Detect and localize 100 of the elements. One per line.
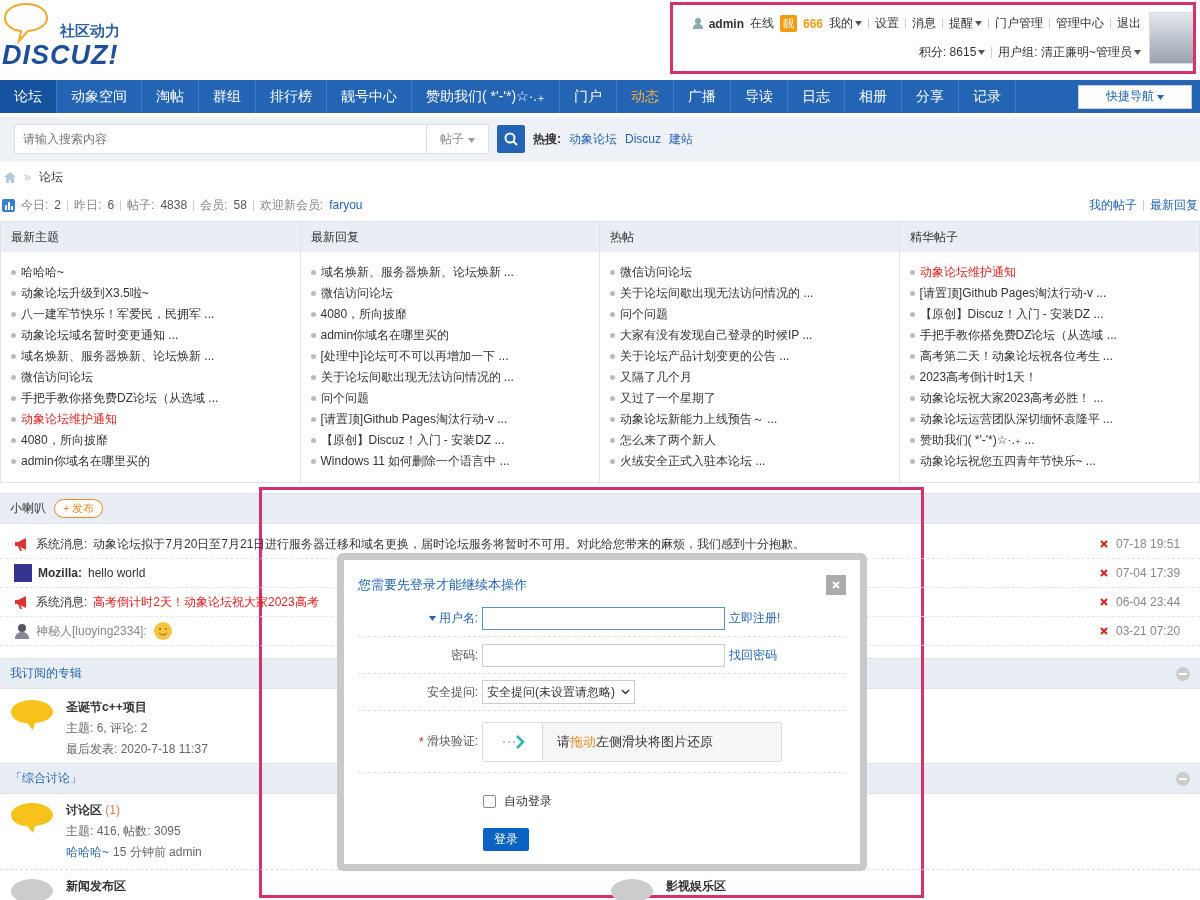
user-menu-link[interactable]: 提醒: [949, 15, 982, 32]
nav-item[interactable]: 靓号中心: [327, 80, 412, 113]
user-group-link[interactable]: 用户组: 清正廉明~管理员: [998, 44, 1141, 61]
user-menu-link[interactable]: 设置: [875, 15, 899, 32]
nav-item[interactable]: 排行榜: [256, 80, 327, 113]
nav-item[interactable]: 淘帖: [142, 80, 199, 113]
thread-link[interactable]: 动象论坛祝大家2023高考必胜！ ...: [909, 388, 1189, 409]
delete-icon[interactable]: [1100, 598, 1108, 606]
thread-link[interactable]: 动象论坛维护通知: [909, 262, 1189, 283]
message-sender[interactable]: 系统消息:: [36, 593, 88, 611]
message-sender[interactable]: 神秘人[luoying2334]:: [36, 622, 147, 640]
thread-link[interactable]: 手把手教你搭免费DZ论坛（从选域 ...: [909, 325, 1189, 346]
checkbox[interactable]: [483, 795, 496, 808]
hot-search-link[interactable]: 建站: [669, 130, 693, 148]
user-menu-link[interactable]: 消息: [912, 15, 936, 32]
nav-item[interactable]: 论坛: [0, 80, 57, 113]
thread-link[interactable]: 2023高考倒计时1天！: [909, 367, 1189, 388]
thread-link[interactable]: [处理中]论坛可不可以再增加一下 ...: [310, 346, 589, 367]
nav-item[interactable]: 群组: [199, 80, 256, 113]
album-title[interactable]: 圣诞节c++项目: [66, 699, 208, 716]
message-sender[interactable]: 系统消息:: [36, 535, 88, 553]
thread-link[interactable]: admin你域名在哪里买的: [310, 325, 589, 346]
thread-link[interactable]: 动象论坛新能力上线预告～ ...: [610, 409, 889, 430]
nav-item[interactable]: 赞助我们( *'-'*)☆·.₊: [412, 80, 560, 113]
login-button[interactable]: 登录: [483, 828, 529, 851]
nav-item[interactable]: 分享: [901, 80, 959, 113]
nav-item[interactable]: 动象空间: [57, 80, 142, 113]
section-title[interactable]: 我订阅的专辑: [10, 665, 82, 682]
message-sender[interactable]: Mozilla:: [38, 566, 82, 580]
thread-link[interactable]: [请置顶]Github Pages淘汰行动-v ...: [310, 409, 589, 430]
forum-name[interactable]: 新闻发布区: [66, 878, 126, 895]
search-scope-dropdown[interactable]: 帖子: [426, 125, 488, 153]
username[interactable]: admin: [708, 16, 744, 31]
thread-link[interactable]: 赞助我们( *'-'*)☆·.₊ ...: [909, 430, 1189, 451]
stats-link[interactable]: 最新回复: [1150, 196, 1198, 214]
delete-icon[interactable]: [1100, 540, 1108, 548]
search-box[interactable]: 请输入搜索内容 帖子: [14, 124, 489, 154]
breadcrumb-item[interactable]: 论坛: [38, 168, 63, 186]
thread-link[interactable]: [请置顶]Github Pages淘汰行动-v ...: [909, 283, 1189, 304]
thread-link[interactable]: 微信访问论坛: [11, 367, 290, 388]
thread-link[interactable]: 域名焕新、服务器焕新、论坛焕新 ...: [11, 346, 290, 367]
thread-link[interactable]: 又隔了几个月: [610, 367, 889, 388]
thread-link[interactable]: 问个问题: [310, 388, 589, 409]
thread-link[interactable]: Windows 11 如何删除一个语言中 ...: [310, 451, 589, 472]
username-field[interactable]: [482, 606, 725, 630]
thread-link[interactable]: 又过了一个星期了: [610, 388, 889, 409]
new-member-link[interactable]: faryou: [329, 198, 363, 212]
thread-link[interactable]: 动象论坛祝您五四青年节快乐~ ...: [909, 451, 1189, 472]
thread-link[interactable]: 关于论坛间歇出现无法访问情况的 ...: [610, 283, 889, 304]
close-button[interactable]: [826, 575, 846, 595]
thread-link[interactable]: 火绒安全正式入驻本论坛 ...: [610, 451, 889, 472]
thread-link[interactable]: 微信访问论坛: [610, 262, 889, 283]
section-title[interactable]: 「综合讨论」: [10, 770, 82, 787]
avatar-placeholder[interactable]: [1149, 12, 1195, 64]
thread-link[interactable]: 关于论坛产品计划变更的公告 ...: [610, 346, 889, 367]
recover-password-link[interactable]: 找回密码: [729, 646, 777, 664]
thread-link[interactable]: 动象论坛域名暂时变更通知 ...: [11, 325, 290, 346]
search-button[interactable]: [497, 125, 525, 153]
delete-icon[interactable]: [1100, 627, 1108, 635]
score-link[interactable]: 积分: 8615: [918, 44, 986, 61]
thread-link[interactable]: 动象论坛升级到X3.5啦~: [11, 283, 290, 304]
nav-item[interactable]: 相册: [844, 80, 902, 113]
forum-name[interactable]: 影视娱乐区: [666, 878, 726, 895]
thread-link[interactable]: 手把手教你搭免费DZ论坛（从选域 ...: [11, 388, 290, 409]
stats-link[interactable]: 我的帖子: [1089, 196, 1137, 214]
thread-link[interactable]: 【原创】Discuz！入门 - 安装DZ ...: [310, 430, 589, 451]
nav-item[interactable]: 日志: [787, 80, 845, 113]
quick-nav-button[interactable]: 快捷导航: [1078, 84, 1192, 109]
slider-captcha[interactable]: 请拖动左侧滑块将图片还原: [482, 721, 782, 762]
delete-icon[interactable]: [1100, 569, 1108, 577]
thread-link[interactable]: admin你域名在哪里买的: [11, 451, 290, 472]
nav-item[interactable]: 导读: [730, 80, 788, 113]
thread-link[interactable]: 问个问题: [610, 304, 889, 325]
thread-link[interactable]: 微信访问论坛: [310, 283, 589, 304]
thread-link[interactable]: 动象论坛维护通知: [11, 409, 290, 430]
thread-link[interactable]: 【原创】Discuz！入门 - 安装DZ ...: [909, 304, 1189, 325]
thread-link[interactable]: 4080，所向披靡: [310, 304, 589, 325]
thread-link[interactable]: 八一建军节快乐！军爱民，民拥军 ...: [11, 304, 290, 325]
nav-item[interactable]: 门户: [559, 80, 617, 113]
nav-item[interactable]: 记录: [958, 80, 1016, 113]
thread-link[interactable]: 关于论坛间歇出现无法访问情况的 ...: [310, 367, 589, 388]
user-menu-link[interactable]: 退出: [1117, 15, 1141, 32]
thread-link[interactable]: 高考第二天！动象论坛祝各位考生 ...: [909, 346, 1189, 367]
forum-name[interactable]: 讨论区 (1): [66, 802, 202, 819]
user-menu-link[interactable]: 我的: [829, 15, 862, 32]
hot-search-link[interactable]: Discuz: [625, 132, 661, 146]
slider-handle[interactable]: [483, 722, 543, 761]
last-post-link[interactable]: 哈哈哈~: [66, 844, 109, 861]
nav-item[interactable]: 广播: [673, 80, 731, 113]
thread-link[interactable]: 域名焕新、服务器焕新、论坛焕新 ...: [310, 262, 589, 283]
thread-link[interactable]: 哈哈哈~: [11, 262, 290, 283]
user-menu-link[interactable]: 门户管理: [995, 15, 1043, 32]
thread-link[interactable]: 4080，所向披靡: [11, 430, 290, 451]
hot-search-link[interactable]: 动象论坛: [569, 130, 617, 148]
register-link[interactable]: 立即注册!: [729, 609, 781, 627]
thread-link[interactable]: 动象论坛运营团队深切缅怀袁隆平 ...: [909, 409, 1189, 430]
user-menu-link[interactable]: 管理中心: [1056, 15, 1104, 32]
thread-link[interactable]: 大家有没有发现自己登录的时候IP ...: [610, 325, 889, 346]
thread-link[interactable]: 怎么来了两个新人: [610, 430, 889, 451]
question-select[interactable]: 安全提问(未设置请忽略): [482, 680, 635, 704]
